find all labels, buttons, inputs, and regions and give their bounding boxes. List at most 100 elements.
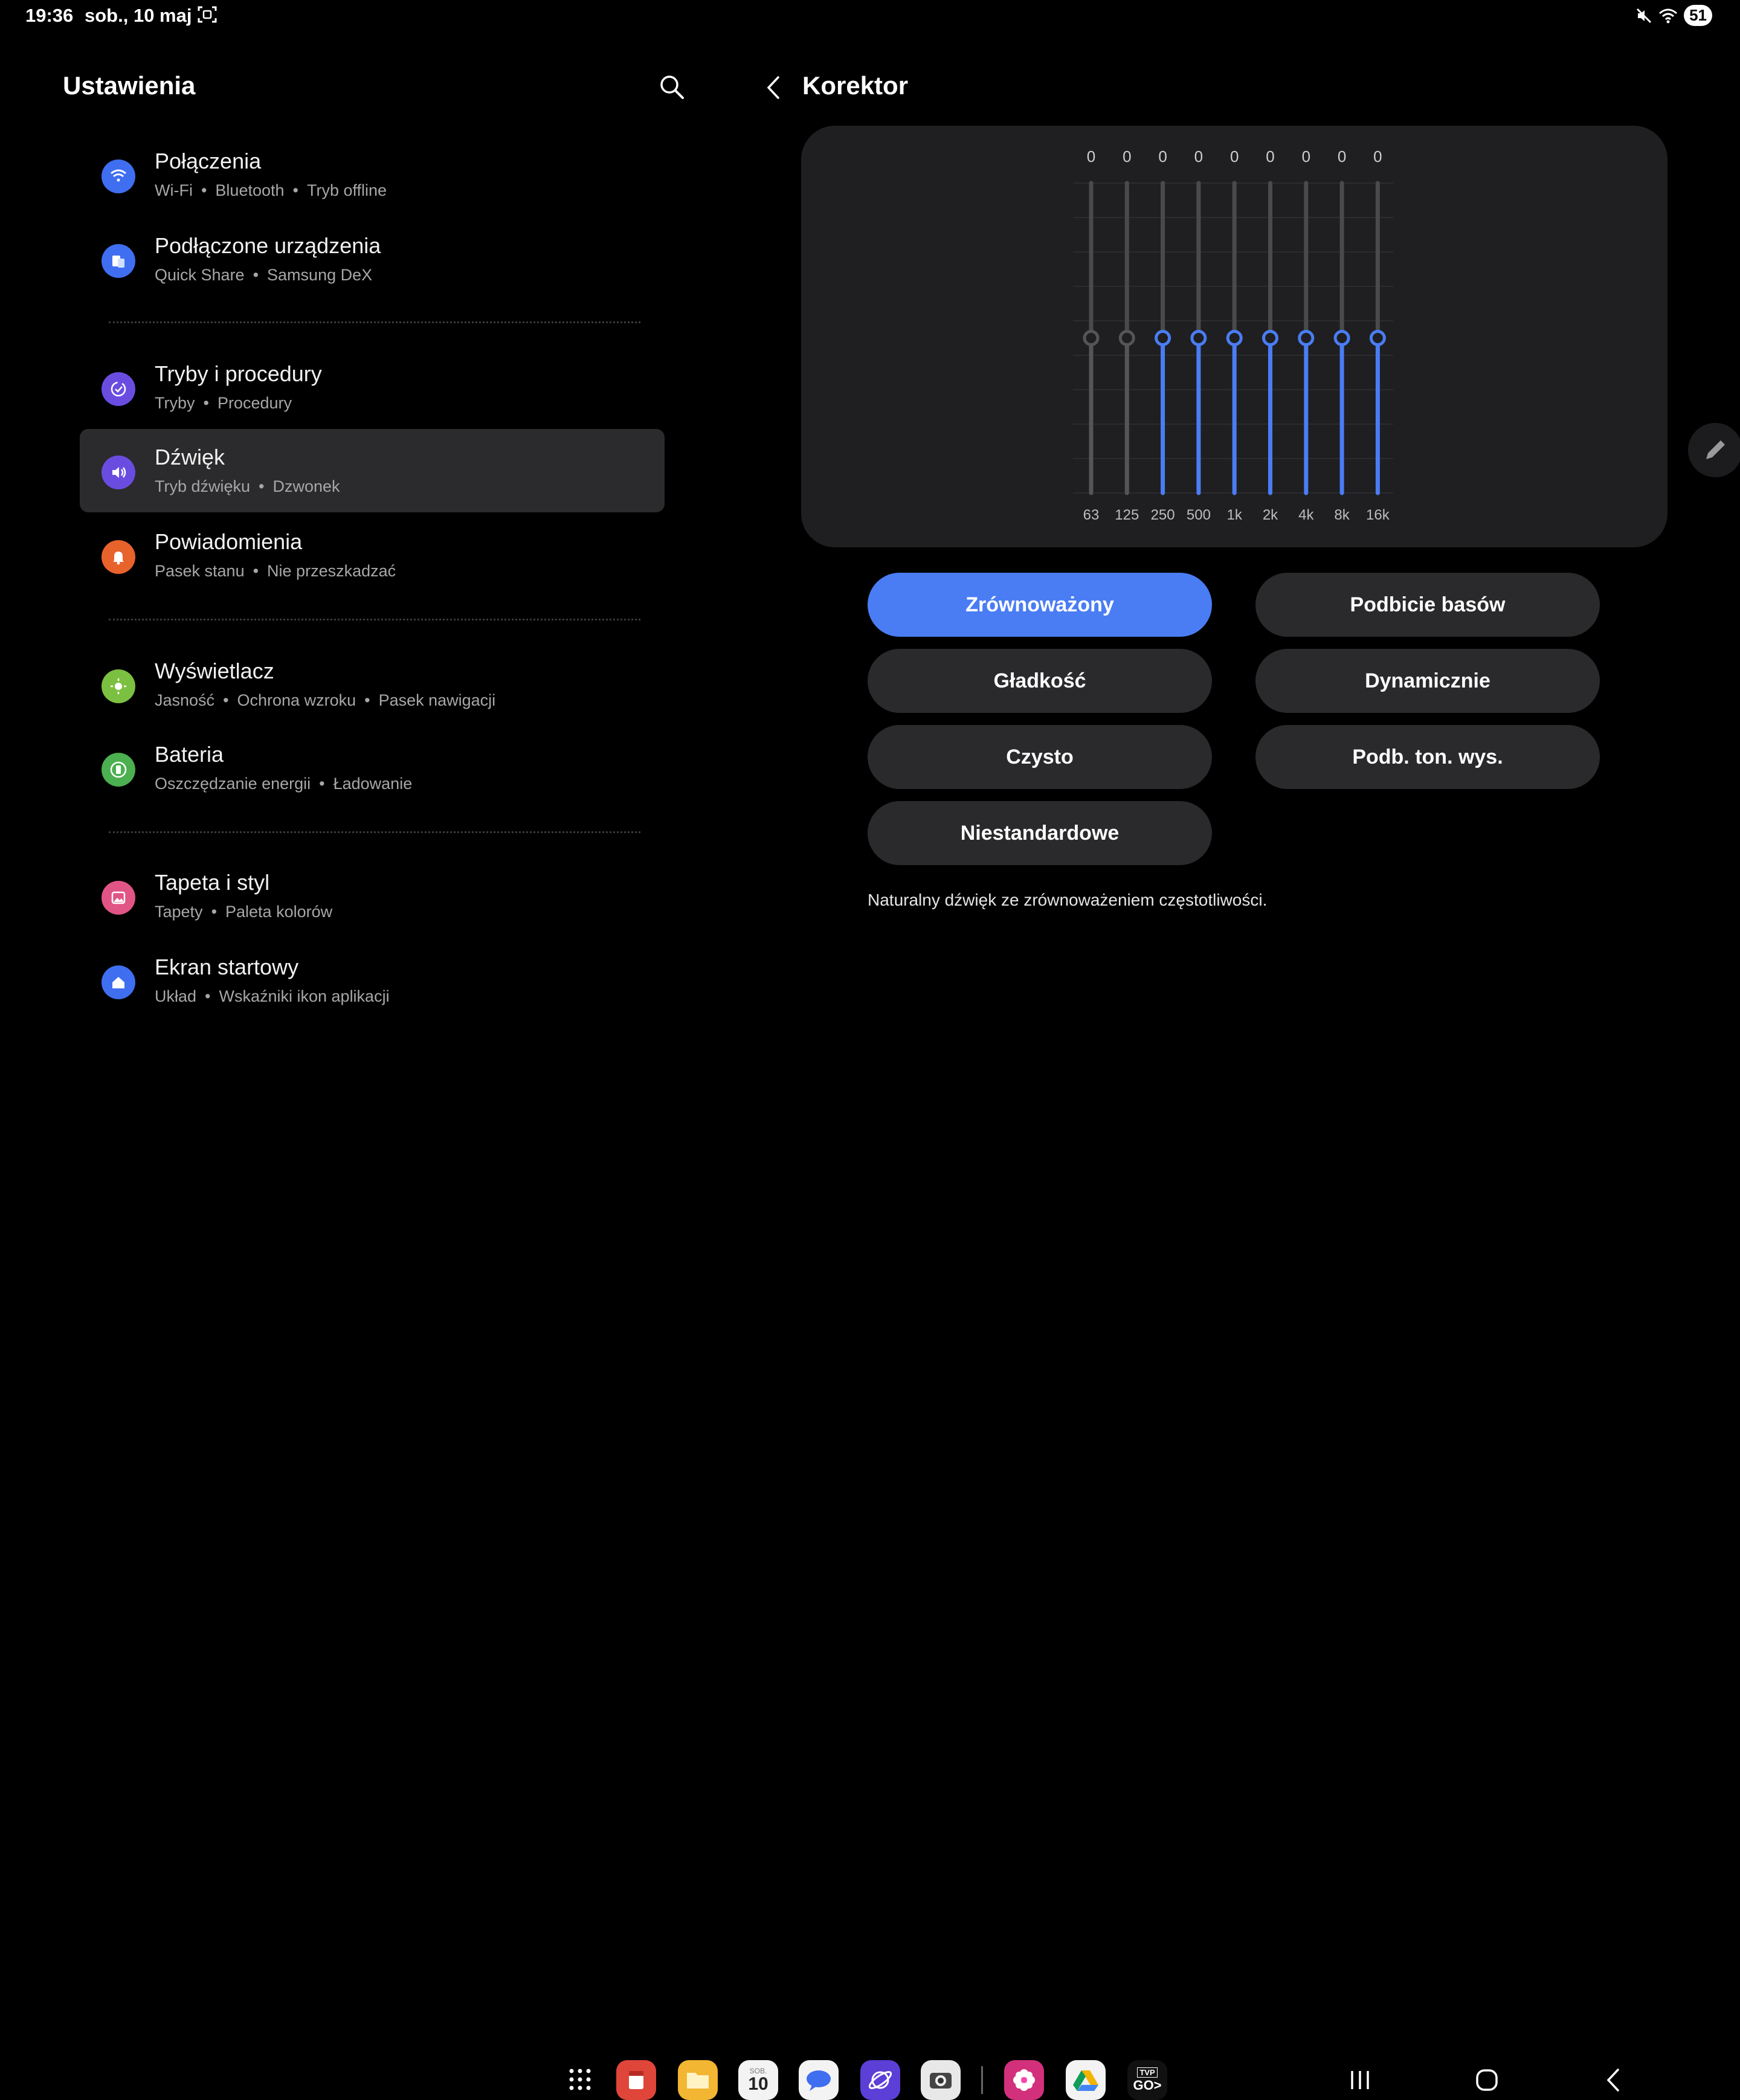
recent-apps-icon[interactable] <box>1345 2066 1375 2094</box>
settings-item-title: Bateria <box>155 742 224 767</box>
screenshot-icon <box>198 6 217 23</box>
tvp-go-app-icon[interactable]: TVP GO> <box>1127 2060 1167 2100</box>
subtitle-part: Nie przeszkadzać <box>267 562 396 580</box>
settings-item-połączenia[interactable]: Połączenia Wi-Fi • Bluetooth • Tryb offline <box>80 133 665 216</box>
eq-slider-thumb[interactable] <box>1118 330 1135 346</box>
settings-title: Ustawienia <box>63 71 196 100</box>
eq-slider-thumb[interactable] <box>1190 330 1207 346</box>
separator-dot: • <box>201 181 207 199</box>
preset-button[interactable]: Podb. ton. wys. <box>1255 725 1600 789</box>
preset-button[interactable]: Niestandardowe <box>868 801 1212 865</box>
settings-item-subtitle: Quick Share • Samsung DeX <box>155 266 372 285</box>
settings-item-wyświetlacz[interactable]: Wyświetlacz Jasność • Ochrona wzroku • Pasek … <box>80 643 665 726</box>
eq-band-label: 125 <box>1115 507 1139 523</box>
camera-app-icon[interactable] <box>921 2060 961 2100</box>
mute-icon <box>1637 8 1652 23</box>
separator-dot: • <box>253 266 259 284</box>
eq-slider-thumb[interactable] <box>1262 330 1278 346</box>
preset-button[interactable]: Zrównoważony <box>868 573 1212 637</box>
notes-icon <box>629 2071 643 2089</box>
search-icon[interactable] <box>659 74 685 100</box>
subtitle-part: Pasek nawigacji <box>378 691 496 709</box>
settings-item-ekran-startowy[interactable]: Ekran startowy Układ • Wskaźniki ikon aplik… <box>80 939 665 1022</box>
subtitle-part: Pasek stanu <box>155 562 245 580</box>
eq-slider-thumb[interactable] <box>1333 330 1350 346</box>
settings-item-dźwięk[interactable]: Dźwięk Tryb dźwięku • Dzwonek <box>80 429 665 512</box>
subtitle-part: Samsung DeX <box>267 266 373 284</box>
tvp-label: TVP <box>1137 2067 1158 2078</box>
eq-value-label: 0 <box>1194 147 1203 166</box>
eq-value-label: 0 <box>1230 147 1239 166</box>
settings-item-powiadomienia[interactable]: Powiadomienia Pasek stanu • Nie przeszkadza… <box>80 514 665 597</box>
separator-dot: • <box>364 691 370 709</box>
preset-button[interactable]: Czysto <box>868 725 1212 789</box>
status-date: sob., 10 maj <box>85 5 192 26</box>
preset-button[interactable]: Dynamicznie <box>1255 649 1600 713</box>
preset-button[interactable]: Gładkość <box>868 649 1212 713</box>
eq-band-label: 250 <box>1151 507 1175 523</box>
apps-grid-icon[interactable] <box>568 2067 592 2092</box>
eq-slider-thumb[interactable] <box>1226 330 1243 346</box>
subtitle-part: Wskaźniki ikon aplikacji <box>219 987 390 1005</box>
drive-app-icon[interactable] <box>1066 2060 1106 2100</box>
subtitle-part: Dzwonek <box>272 477 340 495</box>
settings-item-subtitle: Jasność • Ochrona wzroku • Pasek nawigacji <box>155 691 495 710</box>
equalizer-card: 0 63 0 125 0 250 0 500 0 1k 0 2k 0 4k 0 8k 0 16k <box>801 126 1668 547</box>
eq-slider-thumb[interactable] <box>1298 330 1315 346</box>
eq-band-label: 4k <box>1298 507 1314 523</box>
notes-app-icon[interactable] <box>616 2060 656 2100</box>
settings-item-title: Ekran startowy <box>155 955 299 979</box>
eq-band-label: 63 <box>1083 507 1100 523</box>
home-button-icon[interactable] <box>1472 2066 1502 2094</box>
go-label: GO> <box>1133 2077 1162 2093</box>
settings-item-subtitle: Tryby • Procedury <box>155 394 292 413</box>
settings-item-subtitle: Tapety • Paleta kolorów <box>155 903 332 921</box>
eq-slider-thumb[interactable] <box>1155 330 1171 346</box>
separator-dot: • <box>253 562 259 580</box>
divider <box>109 321 640 323</box>
calendar-app-icon[interactable]: SOB. 10 <box>738 2060 778 2100</box>
separator-dot: • <box>319 775 325 793</box>
settings-item-tryby-i-procedury[interactable]: Tryby i procedury Tryby • Procedury <box>80 346 665 429</box>
separator-dot: • <box>205 987 211 1005</box>
equalizer-title: Korektor <box>802 71 909 100</box>
drive-icon <box>1073 2070 1098 2091</box>
separator-dot: • <box>203 394 209 412</box>
settings-item-tapeta-i-styl[interactable]: Tapeta i styl Tapety • Paleta kolorów <box>80 854 665 938</box>
browser-app-icon[interactable] <box>860 2060 900 2100</box>
subtitle-part: Paleta kolorów <box>225 903 333 921</box>
eq-band-label: 2k <box>1263 507 1278 523</box>
settings-item-podłączone-urządzenia[interactable]: Podłączone urządzenia Quick Share • Samsung… <box>80 217 665 301</box>
messages-app-icon[interactable] <box>799 2060 839 2100</box>
settings-item-title: Podłączone urządzenia <box>155 233 381 258</box>
eq-band-label: 8k <box>1334 507 1350 523</box>
preset-button[interactable]: Podbicie basów <box>1255 573 1600 637</box>
eq-slider-thumb[interactable] <box>1369 330 1386 346</box>
edit-button[interactable] <box>1688 423 1740 477</box>
pencil-icon <box>1706 440 1725 459</box>
settings-item-subtitle: Układ • Wskaźniki ikon aplikacji <box>155 987 390 1006</box>
sun-icon <box>102 669 135 703</box>
dock-separator <box>981 2066 983 2094</box>
bell-icon <box>102 540 135 574</box>
files-app-icon[interactable] <box>678 2060 718 2100</box>
subtitle-part: Oszczędzanie energii <box>155 775 311 793</box>
subtitle-part: Procedury <box>217 394 292 412</box>
equalizer-chart: 0 63 0 125 0 250 0 500 0 1k 0 2k 0 4k 0 8k 0 16k <box>1073 147 1393 523</box>
eq-value-label: 0 <box>1338 147 1346 166</box>
divider <box>109 831 640 833</box>
eq-slider-thumb[interactable] <box>1083 330 1100 346</box>
speaker-icon <box>102 456 135 489</box>
nav-back-icon[interactable] <box>1599 2066 1629 2094</box>
status-bar: 19:36 sob., 10 maj 51 <box>0 0 1740 30</box>
gallery-app-icon[interactable] <box>1004 2060 1044 2100</box>
planet-icon <box>868 2071 892 2089</box>
separator-dot: • <box>259 477 265 495</box>
back-arrow-icon[interactable] <box>762 74 783 101</box>
subtitle-part: Tryby <box>155 394 195 412</box>
wifi-status-icon <box>1659 8 1678 23</box>
settings-item-bateria[interactable]: Bateria Oszczędzanie energii • Ładowanie <box>80 726 665 810</box>
camera-icon <box>930 2073 952 2089</box>
subtitle-part: Ładowanie <box>333 775 413 793</box>
folder-icon <box>687 2073 709 2089</box>
